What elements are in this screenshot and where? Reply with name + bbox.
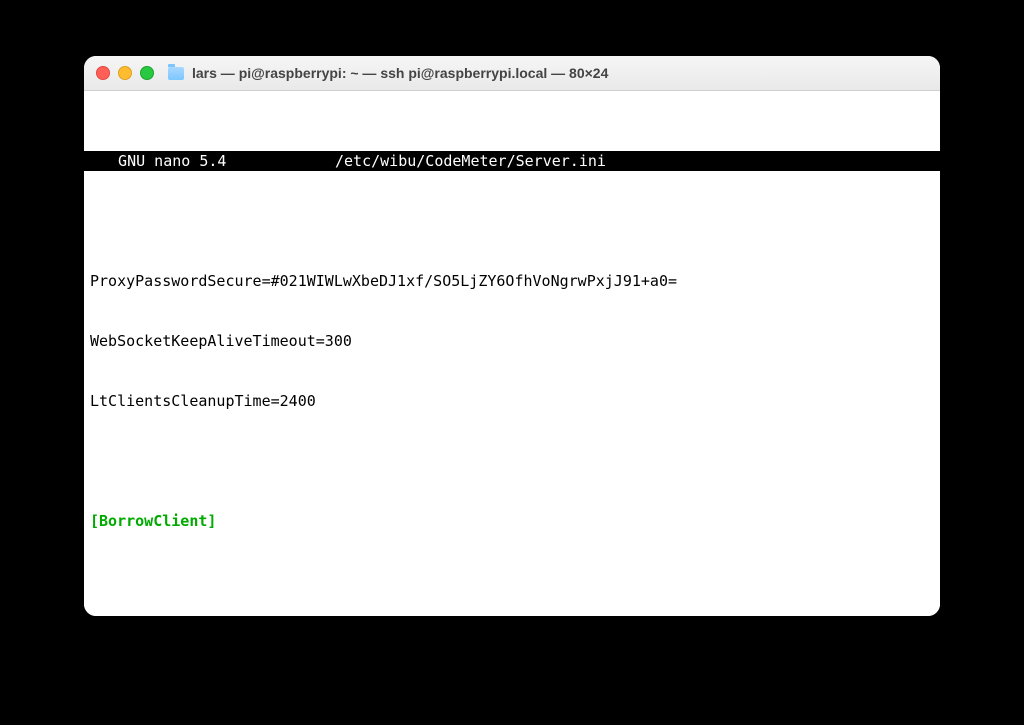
config-line: LtClientsCleanupTime=2400 (90, 391, 934, 411)
nano-titlebar: GNU nano 5.4 /etc/wibu/CodeMeter/Server.… (84, 151, 940, 171)
section-header: [BorrowClient] (90, 511, 934, 531)
nano-file-path: /etc/wibu/CodeMeter/Server.ini (335, 151, 934, 171)
config-line: ProxyPasswordSecure=#021WIWLwXbeDJ1xf/SO… (90, 271, 934, 291)
window-title: lars — pi@raspberrypi: ~ — ssh pi@raspbe… (192, 65, 928, 81)
terminal-window: lars — pi@raspberrypi: ~ — ssh pi@raspbe… (84, 56, 940, 616)
titlebar: lars — pi@raspberrypi: ~ — ssh pi@raspbe… (84, 56, 940, 91)
config-line: WebSocketKeepAliveTimeout=300 (90, 331, 934, 351)
blank-line (90, 451, 934, 471)
zoom-icon[interactable] (140, 66, 154, 80)
close-icon[interactable] (96, 66, 110, 80)
nano-app-name: GNU nano 5.4 (90, 151, 335, 171)
blank-line (90, 571, 934, 591)
minimize-icon[interactable] (118, 66, 132, 80)
window-controls (96, 66, 154, 80)
editor-content[interactable]: ProxyPasswordSecure=#021WIWLwXbeDJ1xf/SO… (84, 231, 940, 616)
terminal-body[interactable]: GNU nano 5.4 /etc/wibu/CodeMeter/Server.… (84, 91, 940, 616)
folder-icon (168, 67, 184, 80)
